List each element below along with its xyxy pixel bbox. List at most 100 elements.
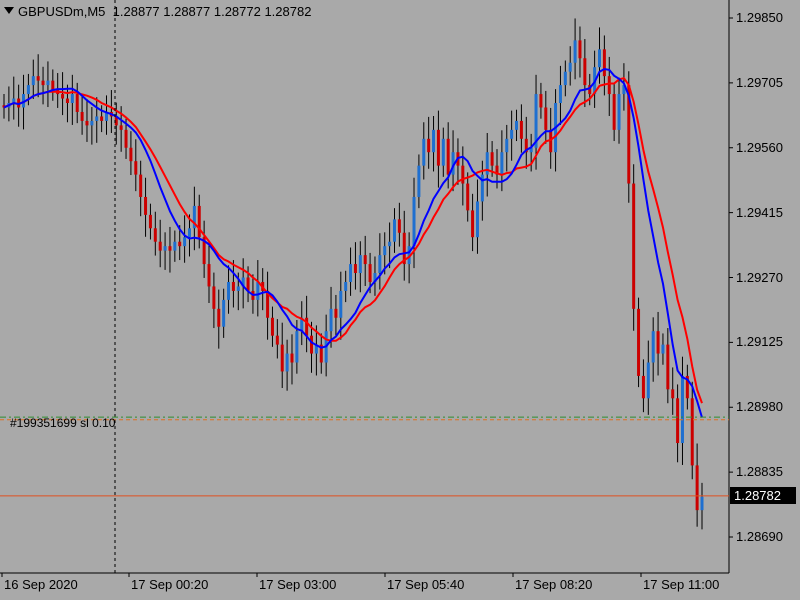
candle-bull	[412, 196, 416, 247]
candle-bear	[539, 94, 543, 108]
candle-bear	[144, 196, 148, 215]
ohlc-values: 1.28877 1.28877 1.28772 1.28782	[112, 4, 312, 19]
candle-bear	[134, 161, 138, 175]
candle-bear	[656, 331, 660, 354]
order-label[interactable]: #199351699 sl 0.10	[10, 416, 115, 430]
candle-bull	[422, 138, 426, 166]
price-tick-label: 1.28835	[736, 464, 783, 480]
time-tick-label: 17 Sep 08:20	[515, 577, 593, 592]
candle-bull	[700, 496, 704, 511]
candle-bear	[85, 120, 89, 126]
candle-bear	[363, 255, 367, 265]
candle-bear	[212, 286, 216, 309]
candle-bull	[680, 375, 684, 444]
candle-bear	[65, 98, 69, 104]
candle-bear	[275, 335, 279, 345]
candle-bull	[388, 241, 392, 247]
price-tick-label: 1.28690	[736, 529, 783, 544]
price-tick-label: 1.28980	[736, 399, 783, 415]
time-tick-label: 16 Sep 2020	[4, 577, 78, 592]
candle-bear	[632, 183, 636, 309]
candle-bear	[607, 76, 611, 95]
time-tick-label: 17 Sep 03:00	[259, 577, 337, 592]
candle-bull	[378, 255, 382, 274]
candle-bear	[602, 49, 606, 77]
candle-bull	[563, 71, 567, 86]
candle-bull	[90, 120, 94, 126]
candle-bear	[51, 80, 55, 90]
candle-bull	[344, 281, 348, 291]
price-tick-label: 1.29850	[736, 10, 783, 25]
moving-average-fast	[3, 67, 703, 418]
candle-bull	[383, 246, 387, 256]
candle-bull	[505, 138, 509, 153]
candle-bull	[222, 299, 226, 327]
time-tick-label: 17 Sep 00:20	[131, 577, 209, 592]
candle-bear	[466, 183, 470, 211]
candle-bear	[676, 398, 680, 444]
candle-bear	[139, 174, 143, 197]
candle-bear	[334, 308, 338, 318]
candle-bull	[349, 264, 353, 282]
candle-bear	[75, 94, 79, 112]
dropdown-triangle-icon[interactable]	[4, 7, 14, 14]
candle-bear	[41, 80, 45, 86]
candle-bull	[568, 62, 572, 72]
candle-bear	[207, 264, 211, 287]
price-tick-label: 1.29125	[736, 334, 783, 350]
candle-bear	[168, 246, 172, 251]
price-axis-ticks	[729, 17, 733, 538]
candle-bull	[510, 129, 514, 139]
time-tick-label: 17 Sep 05:40	[387, 577, 465, 592]
candle-bear	[290, 353, 294, 363]
candle-bull	[661, 344, 665, 354]
price-tick-label: 1.29415	[736, 204, 783, 220]
candle-bull	[358, 255, 362, 274]
symbol-timeframe: GBPUSDm,M5	[18, 4, 106, 19]
candle-bull	[295, 331, 299, 363]
candle-bull	[227, 281, 231, 300]
candle-bull	[173, 241, 177, 251]
candle-bear	[471, 210, 475, 238]
candle-bull	[183, 237, 187, 247]
price-chart[interactable]	[0, 0, 800, 600]
candle-bear	[270, 317, 274, 336]
candle-bear	[280, 344, 284, 372]
candle-bear	[436, 129, 440, 166]
candle-bear	[519, 120, 523, 139]
candle-bear	[671, 389, 675, 399]
candle-bear	[80, 111, 84, 121]
candle-bull	[70, 94, 74, 104]
candle-bear	[119, 125, 123, 130]
candle-bull	[339, 290, 343, 318]
candle-bull	[500, 152, 504, 175]
candle-bear	[583, 58, 587, 86]
price-tick-label: 1.29560	[736, 139, 783, 155]
candle-bull	[95, 116, 99, 121]
candle-bear	[578, 40, 582, 59]
candle-bear	[61, 94, 65, 99]
candle-bear	[153, 228, 157, 242]
candle-bear	[129, 147, 133, 162]
candle-bull	[573, 40, 577, 63]
candle-bear	[310, 335, 314, 354]
candle-bear	[217, 308, 221, 327]
candle-bull	[441, 138, 445, 166]
candle-bear	[353, 264, 357, 274]
candle-bull	[163, 246, 167, 251]
candle-bull	[617, 94, 621, 130]
candle-bull	[329, 308, 333, 332]
candle-bull	[285, 353, 289, 372]
candle-bear	[178, 241, 182, 247]
candle-bull	[236, 286, 240, 291]
candle-bear	[637, 308, 641, 376]
order-label-text: #199351699 sl 0.10	[10, 416, 116, 430]
current-price-box: 1.28782	[730, 487, 796, 504]
candle-bull	[646, 362, 650, 399]
moving-average-slow	[3, 76, 703, 404]
candle-bull	[392, 219, 396, 242]
candle-bear	[231, 281, 235, 291]
candle-bear	[158, 241, 162, 251]
candle-bear	[100, 116, 104, 121]
candle-bull	[187, 228, 191, 238]
